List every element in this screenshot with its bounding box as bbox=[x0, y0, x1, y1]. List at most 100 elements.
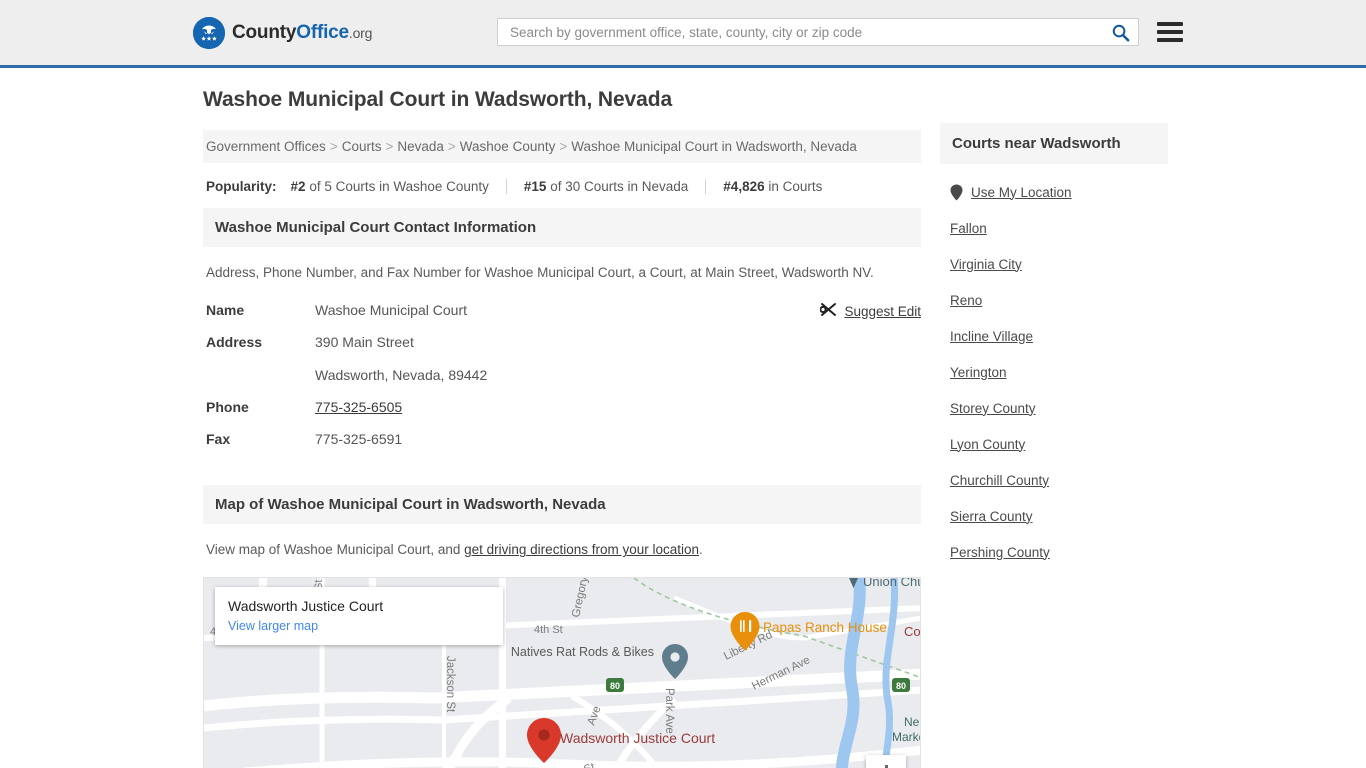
contact-table: Name Washoe Municipal Court Address 390 … bbox=[206, 294, 487, 455]
edit-suggest-icon bbox=[819, 302, 837, 320]
hamburger-bar bbox=[1157, 22, 1183, 26]
popularity-rank-detail: of 5 Courts in Washoe County bbox=[309, 179, 489, 194]
breadcrumb-item-washoe-county[interactable]: Washoe County bbox=[460, 139, 556, 154]
contact-value-fax: 775-325-6591 bbox=[315, 431, 403, 448]
sidebar-item-use-my-location[interactable]: Use My Location bbox=[950, 174, 1168, 210]
contact-value-street: 390 Main Street bbox=[315, 334, 414, 351]
contact-section-blurb: Address, Phone Number, and Fax Number fo… bbox=[206, 265, 874, 280]
use-my-location-link[interactable]: Use My Location bbox=[971, 185, 1072, 200]
popularity-bar: Popularity: #2 of 5 Courts in Washoe Cou… bbox=[203, 163, 921, 208]
main-column: Washoe Municipal Court in Wadsworth, Nev… bbox=[203, 88, 921, 768]
sidebar-link[interactable]: Fallon bbox=[950, 221, 987, 236]
nearby-courts-sidebar: Courts near Wadsworth Use My Location Fa… bbox=[940, 123, 1168, 570]
hamburger-bar bbox=[1157, 30, 1183, 34]
svg-text:Ne: Ne bbox=[904, 715, 920, 729]
table-row: Phone 775-325-6505 bbox=[206, 391, 487, 423]
sidebar-item-virginia-city[interactable]: Virginia City bbox=[950, 246, 1168, 282]
sidebar-link[interactable]: Churchill County bbox=[950, 473, 1049, 488]
sidebar-item-fallon[interactable]: Fallon bbox=[950, 210, 1168, 246]
logo-wordmark: CountyOffice.org bbox=[232, 22, 372, 44]
breadcrumb-item-government-offices[interactable]: Government Offices bbox=[206, 139, 326, 154]
contact-key-blank bbox=[206, 359, 315, 391]
eagle-shield-icon bbox=[193, 16, 225, 49]
table-row: Wadsworth, Nevada, 89442 bbox=[206, 359, 487, 391]
popularity-item-county: #2 of 5 Courts in Washoe County bbox=[291, 179, 506, 194]
sidebar-link[interactable]: Yerington bbox=[950, 365, 1007, 380]
contact-key-phone: Phone bbox=[206, 398, 249, 415]
map-card-title: Wadsworth Justice Court bbox=[228, 598, 384, 615]
contact-key-address: Address bbox=[206, 334, 263, 351]
contact-block: Suggest Edit Name Washoe Municipal Court… bbox=[203, 294, 921, 455]
sidebar-link[interactable]: Pershing County bbox=[950, 545, 1050, 560]
svg-text:Wadsworth Justice Court: Wadsworth Justice Court bbox=[560, 730, 715, 746]
svg-text:Union Chu: Union Chu bbox=[863, 578, 921, 589]
sidebar-item-pershing-county[interactable]: Pershing County bbox=[950, 534, 1168, 570]
search-box[interactable] bbox=[497, 18, 1139, 46]
popularity-item-national: #4,826 in Courts bbox=[705, 179, 839, 194]
sidebar-item-reno[interactable]: Reno bbox=[950, 282, 1168, 318]
suggest-edit-button[interactable]: Suggest Edit bbox=[819, 302, 921, 320]
map-blurb-suffix: . bbox=[699, 542, 703, 558]
logo-office: Office bbox=[296, 21, 349, 43]
search-input[interactable] bbox=[508, 23, 1111, 41]
driving-directions-link[interactable]: get driving directions from your locatio… bbox=[464, 542, 699, 557]
breadcrumb-separator: > bbox=[447, 139, 456, 154]
map-info-card: Wadsworth Justice Court View larger map bbox=[215, 587, 503, 646]
svg-text:Park Ave: Park Ave bbox=[663, 688, 675, 734]
popularity-label: Popularity: bbox=[206, 179, 277, 194]
sidebar-link[interactable]: Incline Village bbox=[950, 329, 1033, 344]
header-search-area bbox=[497, 18, 1183, 46]
svg-text:Natives Rat Rods & Bikes: Natives Rat Rods & Bikes bbox=[511, 645, 654, 659]
sidebar-link[interactable]: Reno bbox=[950, 293, 982, 308]
breadcrumb-current: Washoe Municipal Court in Wadsworth, Nev… bbox=[571, 139, 857, 154]
svg-text:80: 80 bbox=[896, 681, 906, 691]
sidebar-link[interactable]: Virginia City bbox=[950, 257, 1022, 272]
site-header: CountyOffice.org bbox=[0, 0, 1366, 68]
breadcrumb-separator: > bbox=[559, 139, 568, 154]
svg-text:4th St: 4th St bbox=[534, 624, 563, 636]
phone-link[interactable]: 775-325-6505 bbox=[315, 399, 402, 415]
contact-value-phone: 775-325-6505 bbox=[315, 391, 487, 423]
map-blurb-prefix: View map of Washoe Municipal Court, and bbox=[206, 542, 465, 558]
popularity-rank-detail: of 30 Courts in Nevada bbox=[550, 179, 689, 194]
sidebar-item-yerington[interactable]: Yerington bbox=[950, 354, 1168, 390]
view-larger-map-link[interactable]: View larger map bbox=[228, 619, 490, 633]
svg-text:Co: Co bbox=[904, 624, 921, 639]
map-pin-icon bbox=[950, 184, 963, 201]
breadcrumb-item-courts[interactable]: Courts bbox=[342, 139, 382, 154]
table-row: Name Washoe Municipal Court bbox=[206, 294, 487, 326]
sidebar-link[interactable]: Sierra County bbox=[950, 509, 1033, 524]
contact-value-name: Washoe Municipal Court bbox=[315, 302, 467, 318]
map-section-heading: Map of Washoe Municipal Court in Wadswor… bbox=[203, 485, 921, 525]
popularity-item-state: #15 of 30 Courts in Nevada bbox=[505, 179, 705, 194]
sidebar-item-storey-county[interactable]: Storey County bbox=[950, 390, 1168, 426]
search-icon[interactable] bbox=[1111, 23, 1130, 42]
map-zoom-in-button[interactable] bbox=[866, 755, 906, 768]
suggest-edit-label: Suggest Edit bbox=[844, 303, 921, 319]
sidebar-item-lyon-county[interactable]: Lyon County bbox=[950, 426, 1168, 462]
popularity-rank-detail: in Courts bbox=[768, 179, 823, 194]
contact-value-city-state-zip: Wadsworth, Nevada, 89442 bbox=[315, 366, 488, 383]
svg-text:Marke: Marke bbox=[892, 730, 921, 744]
sidebar-item-sierra-county[interactable]: Sierra County bbox=[950, 498, 1168, 534]
breadcrumb-separator: > bbox=[385, 139, 394, 154]
breadcrumb-item-nevada[interactable]: Nevada bbox=[397, 139, 444, 154]
hamburger-menu-icon[interactable] bbox=[1157, 22, 1183, 42]
popularity-rank: #4,826 bbox=[723, 179, 765, 194]
page-title: Washoe Municipal Court in Wadsworth, Nev… bbox=[203, 88, 673, 111]
sidebar-list: Use My Location Fallon Virginia City Ren… bbox=[940, 164, 1168, 570]
contact-section-heading: Washoe Municipal Court Contact Informati… bbox=[203, 208, 921, 247]
logo-tld: .org bbox=[348, 24, 373, 41]
svg-text:Papas Ranch House: Papas Ranch House bbox=[763, 620, 887, 635]
sidebar-link[interactable]: Lyon County bbox=[950, 437, 1025, 452]
site-logo[interactable]: CountyOffice.org bbox=[193, 16, 372, 49]
hamburger-bar bbox=[1157, 38, 1183, 42]
sidebar-item-incline-village[interactable]: Incline Village bbox=[950, 318, 1168, 354]
map-embed[interactable]: 80 80 St 4th St Gregory St Jackson St Pa… bbox=[203, 577, 921, 768]
sidebar-item-churchill-county[interactable]: Churchill County bbox=[950, 462, 1168, 498]
svg-text:80: 80 bbox=[610, 681, 620, 691]
map-section-blurb: View map of Washoe Municipal Court, and … bbox=[203, 524, 921, 571]
sidebar-link[interactable]: Storey County bbox=[950, 401, 1036, 416]
logo-county: County bbox=[232, 21, 297, 43]
table-row: Fax 775-325-6591 bbox=[206, 423, 487, 455]
